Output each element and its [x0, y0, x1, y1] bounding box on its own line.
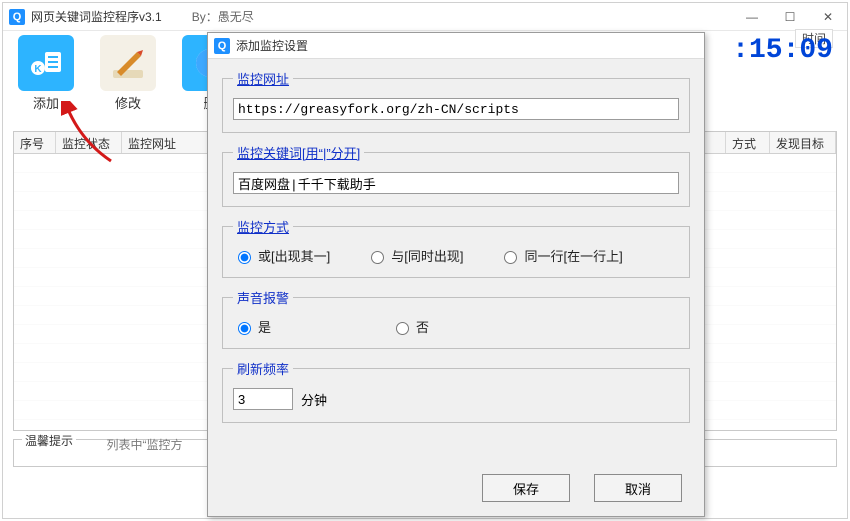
refresh-legend: 刷新频率 — [233, 359, 293, 378]
main-titlebar[interactable]: Q 网页关键词监控程序v3.1 By：愚无尽 — ☐ ✕ — [3, 3, 847, 31]
mode-and-radio[interactable] — [371, 251, 384, 264]
mode-line-label: 同一行[在一行上] — [524, 246, 622, 265]
close-button[interactable]: ✕ — [809, 6, 847, 28]
mode-line-radio[interactable] — [504, 251, 517, 264]
col-found[interactable]: 发现目标 — [770, 132, 836, 153]
alarm-yes-label: 是 — [258, 317, 271, 336]
mode-fieldset: 监控方式 或[出现其一] 与[同时出现] 同一行[在一行上] — [222, 217, 690, 278]
edit-button[interactable]: 修改 — [93, 35, 163, 112]
col-mode[interactable]: 方式 — [726, 132, 770, 153]
keyword-fieldset: 监控关键词[用“|”分开] — [222, 143, 690, 207]
svg-text:K: K — [34, 64, 42, 75]
url-fieldset: 监控网址 — [222, 69, 690, 133]
alarm-no-radio[interactable] — [396, 322, 409, 335]
dialog-buttons: 保存 取消 — [208, 464, 704, 516]
save-button[interactable]: 保存 — [482, 474, 570, 502]
mode-legend: 监控方式 — [233, 217, 293, 236]
dialog-titlebar[interactable]: Q 添加监控设置 — [208, 33, 704, 59]
alarm-no-option[interactable]: 否 — [391, 317, 429, 336]
add-button[interactable]: K 添加 — [11, 35, 81, 112]
add-icon: K — [18, 35, 74, 91]
url-legend: 监控网址 — [233, 69, 293, 88]
col-status[interactable]: 监控状态 — [56, 132, 122, 153]
mode-and-option[interactable]: 与[同时出现] — [366, 246, 463, 265]
alarm-legend: 声音报警 — [233, 288, 293, 307]
edit-label: 修改 — [115, 93, 141, 112]
mode-or-radio[interactable] — [238, 251, 251, 264]
keyword-legend: 监控关键词[用“|”分开] — [233, 143, 364, 162]
dialog-body: 监控网址 监控关键词[用“|”分开] 监控方式 或[出现其一] 与[同时出现] … — [208, 59, 704, 464]
edit-icon — [100, 35, 156, 91]
main-author: By：愚无尽 — [192, 8, 254, 25]
alarm-no-label: 否 — [416, 317, 429, 336]
alarm-yes-option[interactable]: 是 — [233, 317, 271, 336]
mode-or-option[interactable]: 或[出现其一] — [233, 246, 330, 265]
refresh-input[interactable] — [233, 388, 293, 410]
clock-display: :15:09 — [732, 35, 833, 66]
col-index[interactable]: 序号 — [14, 132, 56, 153]
maximize-button[interactable]: ☐ — [771, 6, 809, 28]
mode-and-label: 与[同时出现] — [391, 246, 463, 265]
url-input[interactable] — [233, 98, 679, 120]
hint-text: 列表中“监控方 — [106, 438, 182, 452]
add-label: 添加 — [33, 93, 59, 112]
refresh-unit: 分钟 — [301, 390, 327, 409]
add-monitor-dialog: Q 添加监控设置 监控网址 监控关键词[用“|”分开] 监控方式 或[出现其一]… — [207, 32, 705, 517]
dialog-title: 添加监控设置 — [236, 37, 308, 54]
minimize-button[interactable]: — — [733, 6, 771, 28]
mode-or-label: 或[出现其一] — [258, 246, 330, 265]
cancel-button[interactable]: 取消 — [594, 474, 682, 502]
alarm-fieldset: 声音报警 是 否 — [222, 288, 690, 349]
window-controls: — ☐ ✕ — [733, 6, 847, 28]
mode-line-option[interactable]: 同一行[在一行上] — [499, 246, 622, 265]
refresh-fieldset: 刷新频率 分钟 — [222, 359, 690, 423]
main-title: 网页关键词监控程序v3.1 — [31, 8, 162, 25]
dialog-icon: Q — [214, 38, 230, 54]
app-icon: Q — [9, 9, 25, 25]
keyword-input[interactable] — [233, 172, 679, 194]
alarm-yes-radio[interactable] — [238, 322, 251, 335]
hint-label: 温馨提示 — [22, 432, 76, 449]
